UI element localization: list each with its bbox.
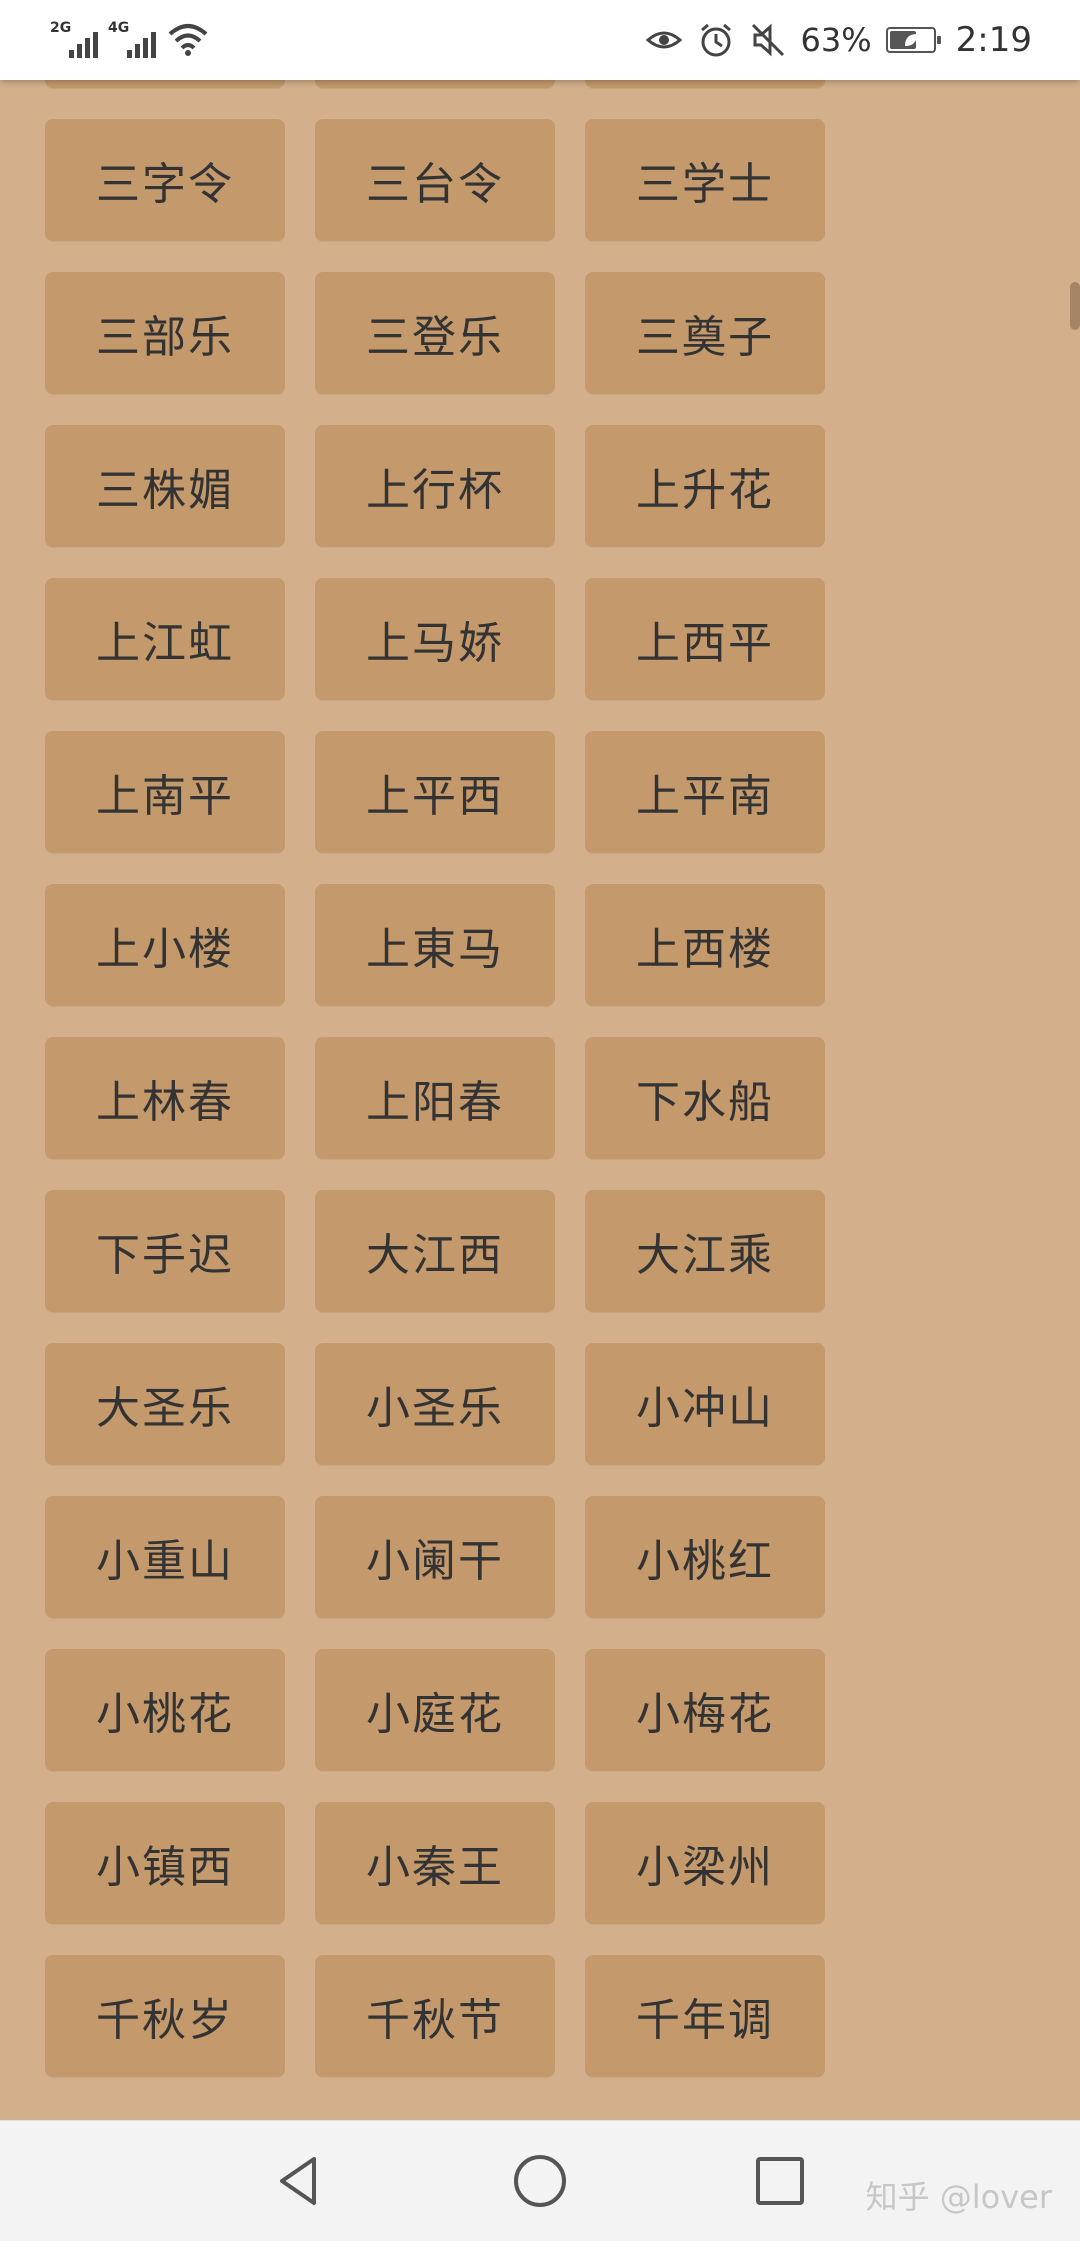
- tune-name-button[interactable]: 千年调: [585, 1955, 825, 2077]
- cell-signal-2g-icon: 2G: [50, 18, 98, 58]
- tune-name-button[interactable]: 上林春: [45, 1037, 285, 1159]
- tune-name-button[interactable]: 下手迟: [45, 1190, 285, 1312]
- mute-icon: [751, 23, 784, 57]
- recents-icon[interactable]: [748, 2149, 812, 2213]
- tune-name-button[interactable]: 下水船: [585, 1037, 825, 1159]
- tune-name-button[interactable]: 大圣乐: [45, 1343, 285, 1465]
- tune-name-button[interactable]: 上西楼: [585, 884, 825, 1006]
- cell-signal-4g-icon: 4G: [108, 18, 156, 58]
- tune-name-button[interactable]: 小桃花: [45, 1649, 285, 1771]
- watermark-text: 知乎 @lover: [865, 2178, 1052, 2216]
- tune-name-button[interactable]: 三部乐: [45, 272, 285, 394]
- tune-name-button[interactable]: 小梅花: [585, 1649, 825, 1771]
- tune-name-button[interactable]: 千秋岁: [45, 1955, 285, 2077]
- tune-name-button[interactable]: 千秋节: [315, 1955, 555, 2077]
- tune-name-button[interactable]: 小镇西: [45, 1802, 285, 1924]
- eye-icon: [645, 31, 682, 49]
- battery-icon: [885, 27, 941, 53]
- tune-name-button[interactable]: 小庭花: [315, 1649, 555, 1771]
- tune-name-button[interactable]: 上小楼: [45, 884, 285, 1006]
- tune-name-button[interactable]: 上南平: [45, 731, 285, 853]
- tune-name-button[interactable]: 小秦王: [315, 1802, 555, 1924]
- scrollbar[interactable]: [1070, 282, 1080, 330]
- word-grid: 十六字三卜令小字谣三字令三台令三学士三部乐三登乐三奠子三株媚上行杯上升花上江虹上…: [45, 0, 825, 2077]
- tune-name-button[interactable]: 小重山: [45, 1496, 285, 1618]
- tune-name-button[interactable]: 小梁州: [585, 1802, 825, 1924]
- tune-name-button[interactable]: 大江西: [315, 1190, 555, 1312]
- tune-name-button[interactable]: 小冲山: [585, 1343, 825, 1465]
- tune-name-button[interactable]: 小桃红: [585, 1496, 825, 1618]
- tune-name-button[interactable]: 小阑干: [315, 1496, 555, 1618]
- leaf-icon: [904, 34, 917, 46]
- tune-name-button[interactable]: 上马娇: [315, 578, 555, 700]
- battery-percent: 63%: [800, 21, 872, 59]
- tune-name-button[interactable]: 上江虹: [45, 578, 285, 700]
- tune-name-button[interactable]: 上西平: [585, 578, 825, 700]
- tune-name-button[interactable]: 三登乐: [315, 272, 555, 394]
- tune-name-button[interactable]: 三台令: [315, 119, 555, 241]
- back-icon[interactable]: [268, 2149, 332, 2213]
- tune-name-button[interactable]: 小圣乐: [315, 1343, 555, 1465]
- status-left: 2G 4G: [50, 18, 210, 58]
- tune-name-button[interactable]: 三字令: [45, 119, 285, 241]
- tune-name-button[interactable]: 三株媚: [45, 425, 285, 547]
- tune-name-button[interactable]: 大江乘: [585, 1190, 825, 1312]
- tune-name-button[interactable]: 上平西: [315, 731, 555, 853]
- wifi-icon: [168, 24, 208, 56]
- status-bar: 2G 4G 63% 2:19: [0, 0, 1080, 80]
- tune-name-button[interactable]: 三奠子: [585, 272, 825, 394]
- tune-name-button[interactable]: 上升花: [585, 425, 825, 547]
- content-area[interactable]: 十六字三卜令小字谣三字令三台令三学士三部乐三登乐三奠子三株媚上行杯上升花上江虹上…: [0, 0, 1080, 2120]
- alarm-icon: [700, 23, 731, 57]
- clock-time: 2:19: [955, 20, 1032, 60]
- status-right: 63% 2:19: [645, 0, 1032, 80]
- tune-name-button[interactable]: 上平南: [585, 731, 825, 853]
- tune-name-button[interactable]: 上東马: [315, 884, 555, 1006]
- home-icon[interactable]: [508, 2149, 572, 2213]
- tune-name-button[interactable]: 上阳春: [315, 1037, 555, 1159]
- tune-name-button[interactable]: 上行杯: [315, 425, 555, 547]
- tune-name-button[interactable]: 三学士: [585, 119, 825, 241]
